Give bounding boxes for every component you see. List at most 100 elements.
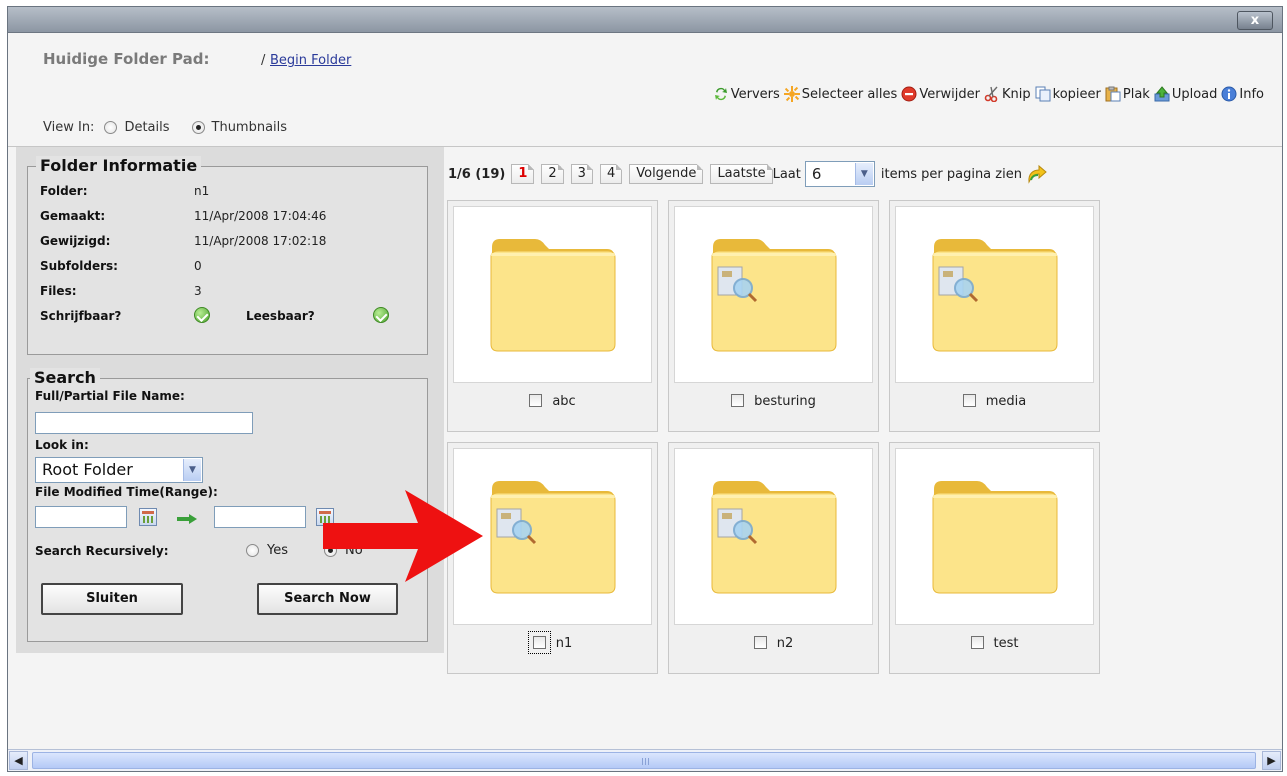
scrollbar-grip [642,758,650,765]
folder-value: n1 [194,184,210,198]
page-4-button[interactable]: 4 [599,164,623,184]
search-title: Search [30,368,100,387]
folder-tile[interactable]: media [889,200,1100,432]
folder-information-title: Folder Informatie [36,156,202,175]
action-toolbar: Ververs Selecteer alles Verwijder Knip k… [709,86,1264,102]
subfolders-value: 0 [194,259,202,273]
folder-thumbnail[interactable] [674,448,873,625]
paste-button[interactable]: Plak [1105,86,1150,102]
folder-select-checkbox[interactable] [527,631,551,654]
folder-thumbnail[interactable] [453,206,652,383]
copy-button[interactable]: kopieer [1035,86,1101,102]
scrollbar-thumb[interactable] [32,752,1256,769]
close-search-button[interactable]: Sluiten [41,583,183,615]
look-in-select[interactable]: Root Folder ▼ [35,457,203,483]
folder-caption: media [890,394,1099,409]
modified-key: Gewijzigd: [40,234,111,248]
folder-caption: n2 [669,636,878,651]
folder-tile[interactable]: test [889,442,1100,674]
search-now-button[interactable]: Search Now [257,583,398,615]
refresh-icon [714,87,727,101]
path-separator: / [261,53,266,68]
folder-select-checkbox[interactable] [731,394,745,407]
folder-name[interactable]: n2 [777,636,794,651]
page-2-button[interactable]: 2 [541,164,564,184]
scroll-left-button[interactable]: ◀ [9,751,28,770]
folder-tile[interactable]: besturing [668,200,879,432]
view-details-radio[interactable] [104,121,118,134]
page-3-button[interactable]: 3 [570,164,594,184]
folder-name[interactable]: test [994,636,1019,651]
info-button[interactable]: Info [1221,86,1264,102]
modified-to-input[interactable] [214,506,306,528]
items-per-page-value: 6 [811,165,822,183]
page-summary: 1/6 (19) [448,166,506,182]
view-in-selector: View In: Details Thumbnails [43,120,309,135]
folder-select-checkbox[interactable] [962,394,976,407]
folder-key: Folder: [40,184,88,198]
view-thumbnails-label[interactable]: Thumbnails [212,120,288,135]
folder-icon [490,239,616,352]
folder-name[interactable]: besturing [754,394,816,409]
look-in-value: Root Folder [42,460,133,479]
info-icon [1221,86,1237,102]
refresh-button[interactable]: Ververs [713,86,780,102]
files-key: Files: [40,284,77,298]
upload-button[interactable]: Upload [1154,86,1218,102]
next-page-button[interactable]: Volgende [629,164,704,184]
items-per-page-select[interactable]: 6 ▼ [804,161,875,187]
folder-select-checkbox[interactable] [753,636,767,649]
items-per-page-suffix: items per pagina zien [880,166,1022,182]
file-manager-window: x Huidige Folder Pad: / Begin Folder Vie… [7,6,1283,772]
folder-select-checkbox[interactable] [970,636,984,649]
horizontal-scrollbar[interactable]: ◀ ▶ [8,749,1282,771]
delete-icon [901,86,917,102]
recursive-yes-radio[interactable] [246,544,259,557]
readable-key: Leesbaar? [246,309,315,323]
scissors-icon [984,86,998,102]
current-folder-path-label: Huidige Folder Pad: [43,50,210,68]
page-1-button[interactable]: 1 [511,164,535,184]
file-name-input[interactable] [35,412,253,434]
select-all-button[interactable]: Selecteer alles [783,86,897,102]
title-bar: x [8,7,1282,33]
folder-thumbnail[interactable] [895,448,1094,625]
cut-button[interactable]: Knip [984,86,1031,102]
view-in-label: View In: [43,120,95,135]
cut-label: Knip [1002,86,1031,102]
folder-name[interactable]: media [986,394,1027,409]
folder-icon [711,481,837,594]
folder-tile[interactable]: n2 [668,442,879,674]
recursive-yes-label[interactable]: Yes [267,543,288,558]
select-all-icon [783,86,800,102]
view-details-label[interactable]: Details [124,120,169,135]
folder-icon [711,239,837,352]
delete-button[interactable]: Verwijder [901,86,980,102]
folder-icon [932,239,1058,352]
folder-thumbnail[interactable] [895,206,1094,383]
folder-tile[interactable]: abc [447,200,658,432]
close-button[interactable]: x [1237,11,1273,30]
paste-icon [1105,86,1121,102]
calendar-from-icon[interactable] [139,508,157,526]
folder-name[interactable]: n1 [556,636,573,651]
folder-information-panel: Folder Informatie Folder: n1 Gemaakt: 11… [27,156,428,355]
upload-icon [1154,86,1170,102]
folder-name[interactable]: abc [552,394,575,409]
header-area: Huidige Folder Pad: / Begin Folder View … [8,34,1282,146]
view-thumbnails-radio[interactable] [191,121,205,134]
scroll-right-button[interactable]: ▶ [1262,751,1281,770]
subfolders-key: Subfolders: [40,259,118,273]
folder-select-checkbox[interactable] [529,394,543,407]
folder-caption: n1 [448,631,657,654]
last-page-button[interactable]: Laatste [710,164,773,184]
chevron-down-icon[interactable]: ▼ [183,459,201,481]
go-arrow-icon[interactable] [1025,164,1047,184]
show-label: Laat [772,166,801,182]
upload-label: Upload [1171,86,1218,102]
modified-from-input[interactable] [35,506,127,528]
copy-icon [1035,86,1051,102]
breadcrumb-begin-folder-link[interactable]: Begin Folder [270,53,351,68]
folder-thumbnail[interactable] [674,206,873,383]
chevron-down-icon[interactable]: ▼ [854,163,873,185]
